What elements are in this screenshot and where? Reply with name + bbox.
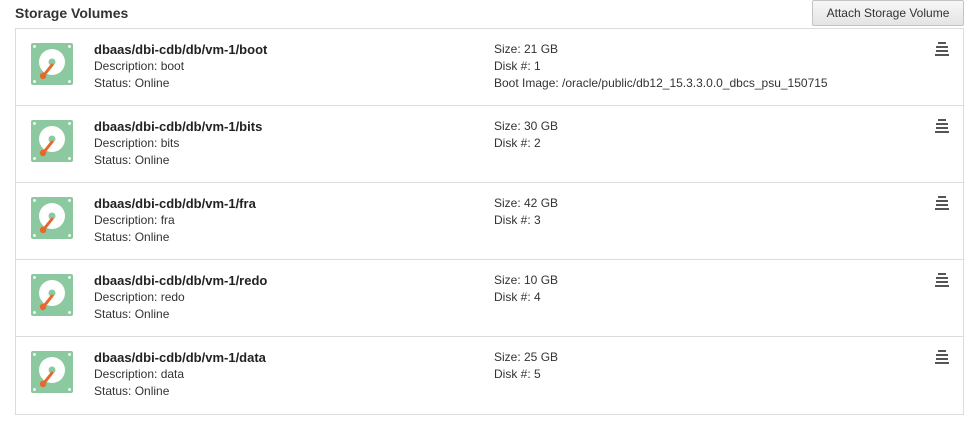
hard-disk-icon (31, 351, 73, 393)
row-menu-icon[interactable] (935, 42, 949, 56)
volume-description: Description: redo (94, 290, 185, 304)
hard-disk-icon (31, 274, 73, 316)
volume-disk-number: Disk #: 5 (494, 367, 541, 381)
hard-disk-icon (31, 43, 73, 85)
volume-row-data: dbaas/dbi-cdb/db/vm-1/data Description: … (16, 337, 963, 414)
volume-status: Status: Online (94, 307, 170, 321)
volume-name: dbaas/dbi-cdb/db/vm-1/redo (94, 273, 268, 288)
volume-name: dbaas/dbi-cdb/db/vm-1/boot (94, 42, 268, 57)
volume-description: Description: data (94, 367, 185, 381)
volume-status: Status: Online (94, 153, 170, 167)
volume-size: Size: 10 GB (494, 273, 559, 287)
volume-disk-number: Disk #: 4 (494, 290, 541, 304)
volume-name: dbaas/dbi-cdb/db/vm-1/bits (94, 119, 263, 134)
volume-name: dbaas/dbi-cdb/db/vm-1/data (94, 350, 266, 365)
volume-name: dbaas/dbi-cdb/db/vm-1/fra (94, 196, 256, 211)
row-menu-icon[interactable] (935, 350, 949, 364)
section-title: Storage Volumes (15, 5, 129, 21)
volume-status: Status: Online (94, 76, 170, 90)
volume-size: Size: 42 GB (494, 196, 559, 210)
hard-disk-icon (31, 120, 73, 162)
volume-row-bits: dbaas/dbi-cdb/db/vm-1/bits Description: … (16, 106, 963, 183)
storage-volume-list: dbaas/dbi-cdb/db/vm-1/boot Description: … (15, 28, 964, 415)
volume-status: Status: Online (94, 384, 170, 398)
volume-row-boot: dbaas/dbi-cdb/db/vm-1/boot Description: … (16, 29, 963, 106)
volume-row-fra: dbaas/dbi-cdb/db/vm-1/fra Description: f… (16, 183, 963, 260)
volume-description: Description: boot (94, 59, 185, 73)
volume-disk-number: Disk #: 1 (494, 59, 541, 73)
volume-size: Size: 25 GB (494, 350, 559, 364)
row-menu-icon[interactable] (935, 119, 949, 133)
volume-size: Size: 21 GB (494, 42, 559, 56)
volume-boot-image: Boot Image: /oracle/public/db12_15.3.3.0… (494, 76, 828, 90)
hard-disk-icon (31, 197, 73, 239)
volume-row-redo: dbaas/dbi-cdb/db/vm-1/redo Description: … (16, 260, 963, 337)
volume-description: Description: bits (94, 136, 180, 150)
attach-storage-volume-button[interactable]: Attach Storage Volume (812, 0, 964, 26)
row-menu-icon[interactable] (935, 273, 949, 287)
volume-status: Status: Online (94, 230, 170, 244)
volume-description: Description: fra (94, 213, 175, 227)
volume-disk-number: Disk #: 2 (494, 136, 541, 150)
section-header: Storage Volumes Attach Storage Volume (0, 0, 975, 28)
volume-size: Size: 30 GB (494, 119, 559, 133)
row-menu-icon[interactable] (935, 196, 949, 210)
volume-disk-number: Disk #: 3 (494, 213, 541, 227)
